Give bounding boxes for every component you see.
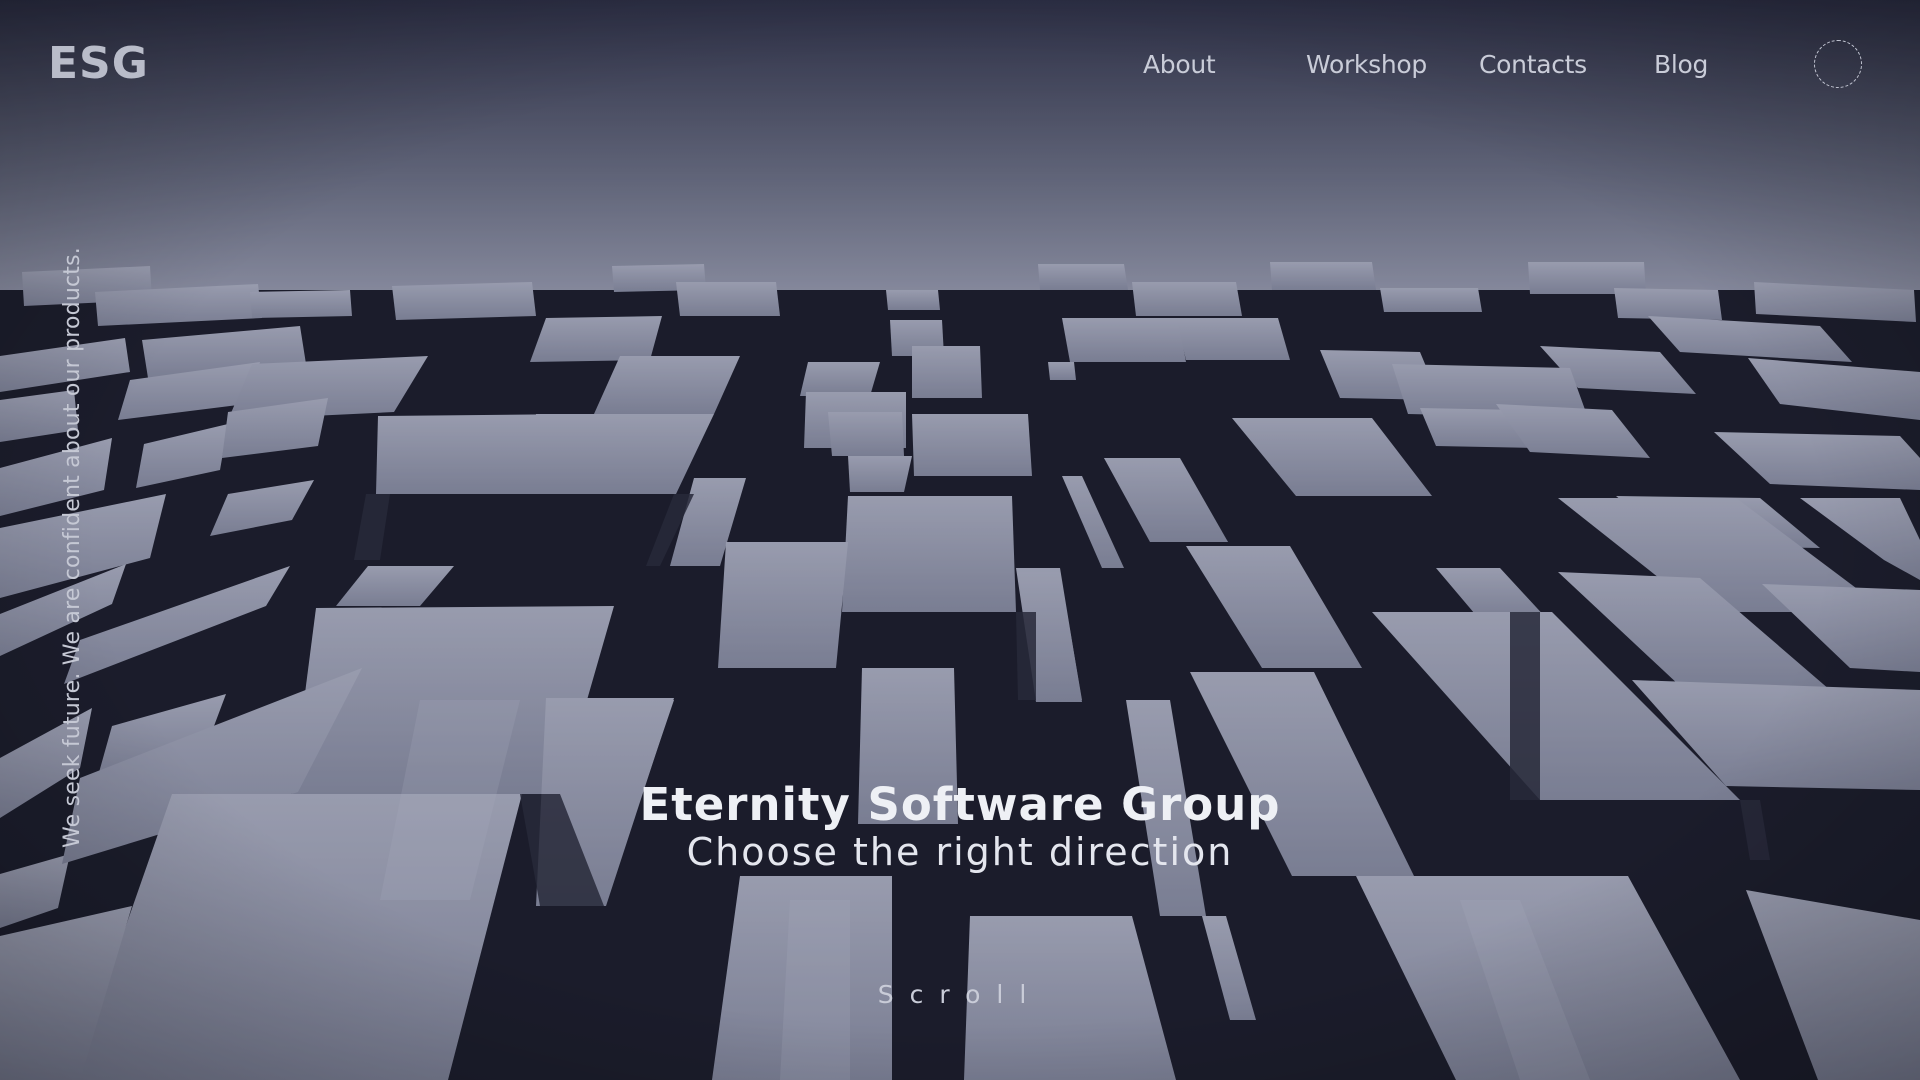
- hero-title: Eternity Software Group: [639, 778, 1281, 831]
- nav-link-workshop[interactable]: Workshop: [1306, 50, 1427, 79]
- hero-section: ESG About Workshop Contacts Blog We seek…: [0, 0, 1920, 1080]
- hero-subtitle: Choose the right direction: [686, 830, 1234, 874]
- nav-link-about[interactable]: About: [1143, 50, 1216, 79]
- menu-circle-icon[interactable]: [1814, 40, 1862, 88]
- nav-link-blog[interactable]: Blog: [1654, 50, 1708, 79]
- vertical-tagline: We seek future. We are confident about o…: [60, 247, 85, 848]
- hero-background-image: [0, 0, 1920, 1080]
- scroll-indicator[interactable]: Scroll: [0, 980, 1920, 1009]
- main-nav: About Workshop Contacts Blog: [0, 50, 1920, 90]
- nav-link-contacts[interactable]: Contacts: [1479, 50, 1587, 79]
